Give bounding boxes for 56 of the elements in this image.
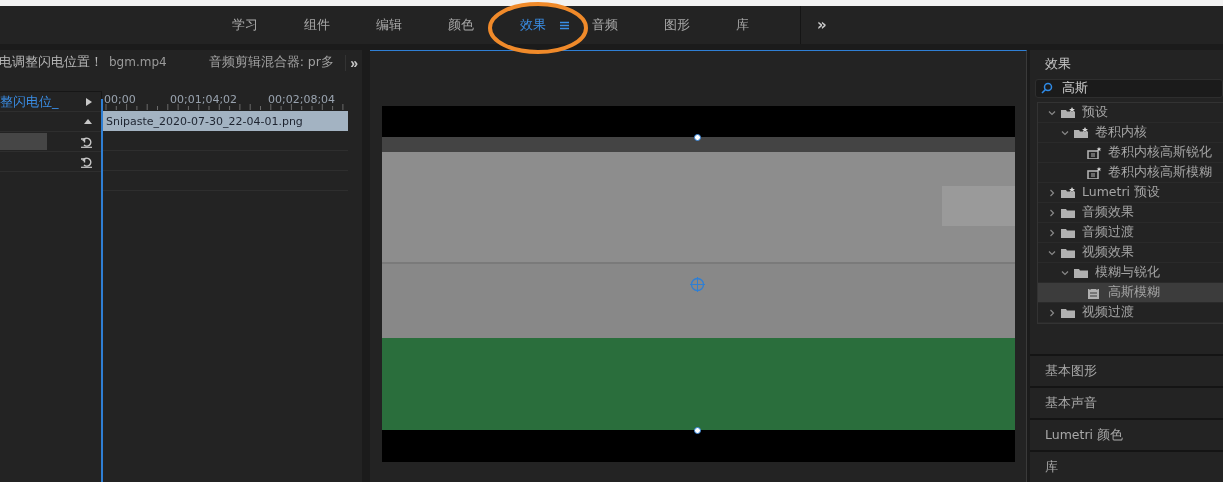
folder-icon — [1060, 226, 1076, 239]
tree-item[interactable]: 音频效果 — [1038, 203, 1223, 223]
handle-dot[interactable] — [694, 134, 701, 141]
preset-icon — [1086, 146, 1102, 159]
search-field[interactable]: 高斯 — [1035, 79, 1223, 98]
chevron-right-icon[interactable] — [1047, 207, 1057, 218]
panel-header[interactable]: 库 — [1030, 450, 1223, 482]
folder-icon — [1060, 206, 1076, 219]
tree-item[interactable]: 视频过渡 — [1038, 303, 1223, 323]
tree-item[interactable]: 视频效果 — [1038, 243, 1223, 263]
time-label: 00;02;08;04 — [268, 93, 336, 106]
sequence-label[interactable]: 整闪电位_ — [0, 92, 59, 111]
handle-dot[interactable] — [694, 427, 701, 434]
tree-item[interactable]: 卷积内核 — [1038, 123, 1223, 143]
tree-item[interactable]: 预设 — [1038, 103, 1223, 123]
workspace-tab[interactable]: 音频 — [582, 12, 654, 38]
panel-tab[interactable]: 音频剪辑混合器: pr多 — [208, 53, 334, 71]
folder-icon — [1073, 266, 1089, 279]
workspace-tab[interactable]: 库 — [726, 12, 798, 38]
workspace-tab[interactable]: 编辑 — [366, 12, 438, 38]
time-label: 00;00 — [104, 93, 136, 106]
folder-icon — [1060, 306, 1076, 319]
workspace-tab[interactable]: 图形 — [654, 12, 726, 38]
workspace-tab[interactable]: 颜色 — [438, 12, 510, 38]
menu-icon[interactable] — [560, 20, 569, 30]
reset-icon[interactable] — [80, 155, 93, 168]
panel-header[interactable]: 基本声音 — [1030, 386, 1223, 418]
value-bar — [0, 133, 47, 150]
panel-header[interactable]: Lumetri 颜色 — [1030, 418, 1223, 450]
folder-star-icon — [1060, 106, 1076, 119]
tree-item[interactable]: 卷积内核高斯锐化 — [1038, 143, 1223, 163]
chevron-right-icon[interactable] — [1047, 307, 1057, 318]
folder-icon — [1060, 246, 1076, 259]
folder-star-icon — [1073, 126, 1089, 139]
chevron-right-icon[interactable] — [1047, 227, 1057, 238]
collapse-icon[interactable] — [83, 118, 93, 125]
folder-star-icon — [1060, 186, 1076, 199]
panel-tab[interactable]: bgm.mp4 — [109, 55, 167, 69]
tree-item[interactable]: Lumetri 预设 — [1038, 183, 1223, 203]
tree-item[interactable]: 卷积内核高斯模糊 — [1038, 163, 1223, 183]
time-label: 00;01;04;02 — [170, 93, 238, 106]
more-workspaces-button[interactable]: » — [813, 14, 831, 36]
workspace-tab[interactable]: 学习 — [222, 12, 294, 38]
tree-item[interactable]: 音频过渡 — [1038, 223, 1223, 243]
panel-header[interactable]: 基本图形 — [1030, 354, 1223, 386]
play-icon[interactable] — [85, 96, 93, 107]
reset-icon[interactable] — [80, 135, 93, 148]
panel-title: 效果 — [1044, 55, 1072, 73]
clip-bar[interactable]: Snipaste_2020-07-30_22-04-01.png — [102, 111, 348, 131]
preset-icon — [1086, 166, 1102, 179]
search-icon — [1041, 82, 1053, 94]
chevron-right-icon[interactable] — [1047, 187, 1057, 198]
workspace-tab[interactable]: 组件 — [294, 12, 366, 38]
effect-icon — [1086, 286, 1102, 299]
tree-item[interactable]: 高斯模糊 — [1038, 283, 1223, 303]
panel-tab[interactable]: 电调整闪电位置！ — [0, 53, 103, 71]
